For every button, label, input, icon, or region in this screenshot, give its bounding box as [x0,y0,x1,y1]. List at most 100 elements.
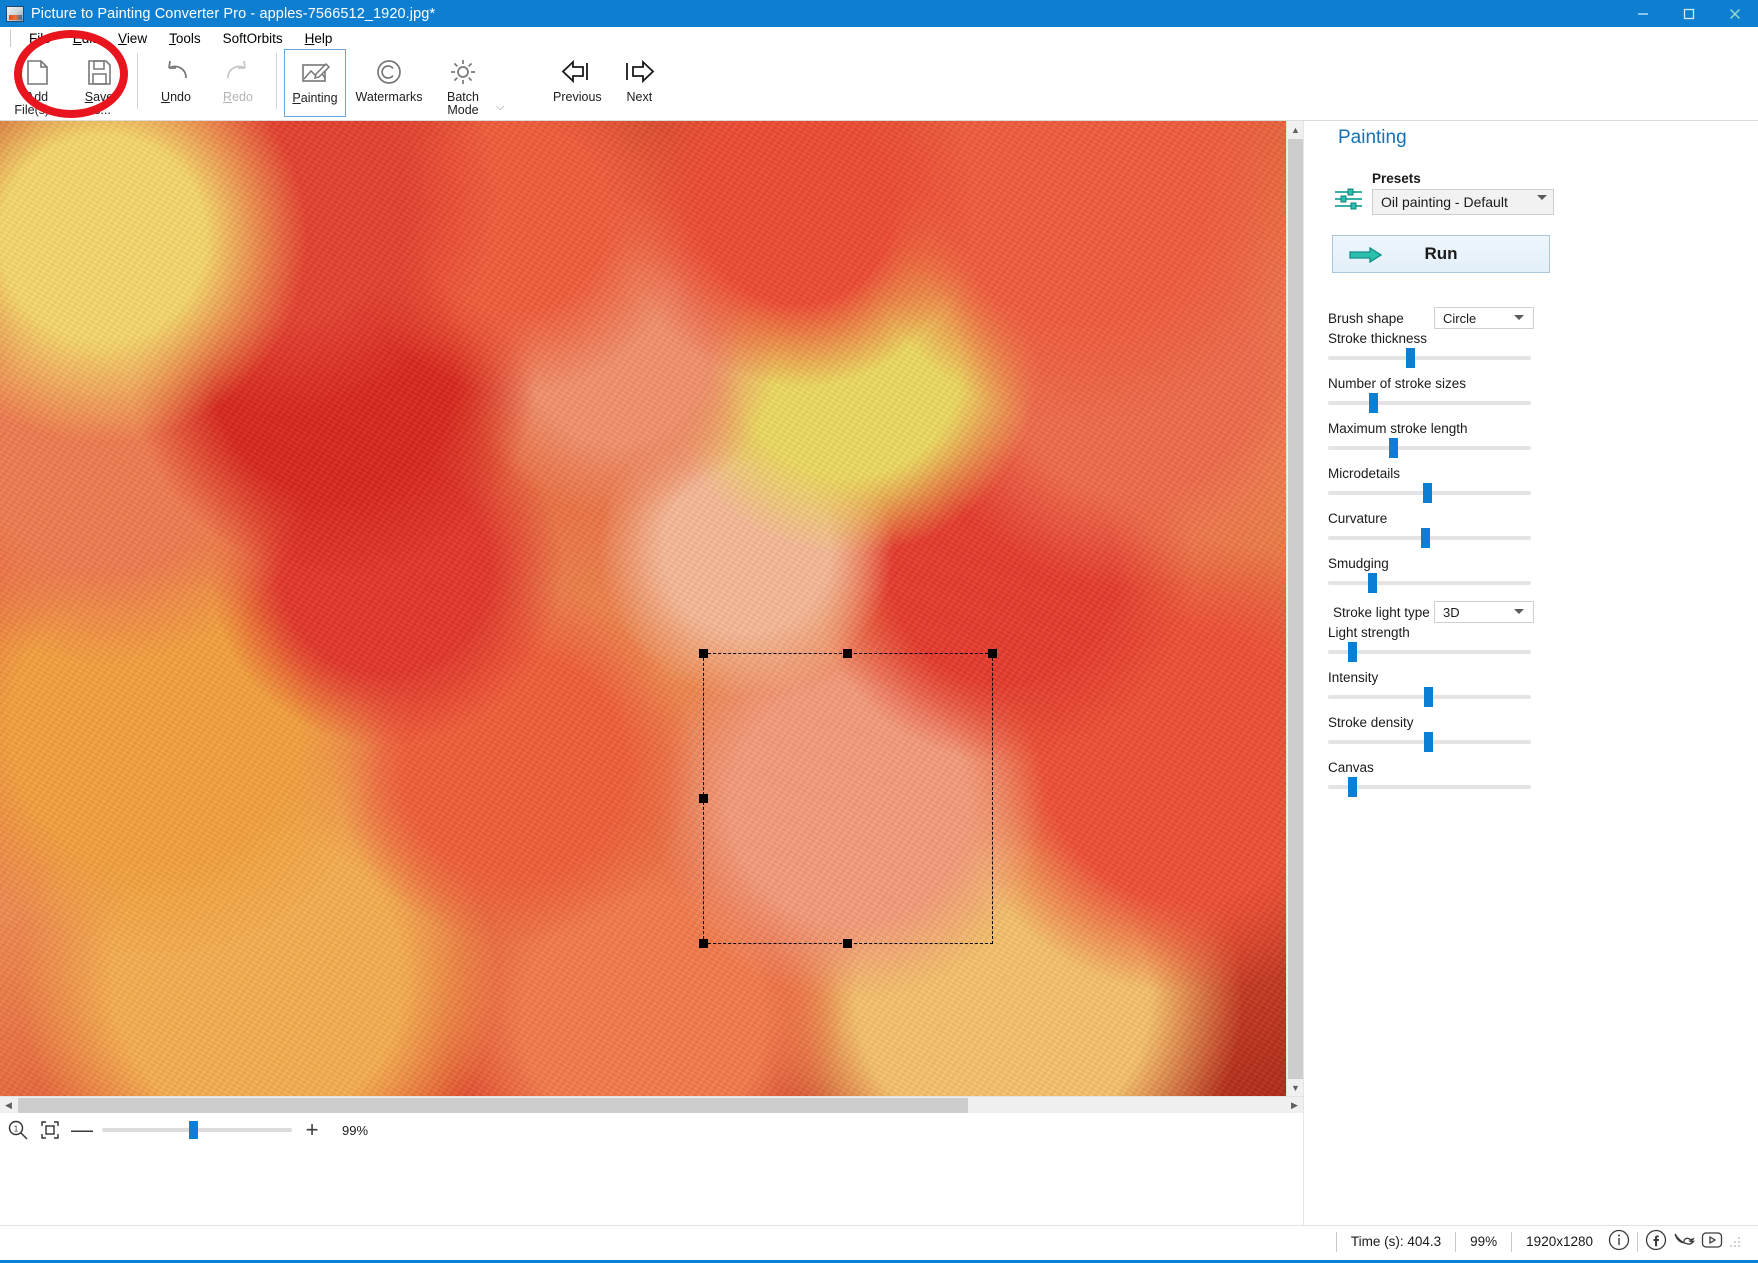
toolbar-button-add-files[interactable]: AddFile(s)... [6,49,68,117]
brush-shape-row: Brush shape Circle [1328,307,1534,329]
close-button[interactable] [1712,0,1758,27]
presets-label: Presets [1372,171,1554,186]
arrow-right-icon [621,53,657,91]
menu-item-tools[interactable]: Tools [158,29,212,48]
toolbar-button-save-as[interactable]: Saveas... [68,49,130,117]
stroke-light-type-select[interactable]: 3D [1434,601,1534,623]
slider-canvas[interactable] [1328,775,1531,797]
brush-shape-value: Circle [1443,311,1476,326]
scroll-down-icon[interactable]: ▼ [1287,1079,1304,1096]
image-canvas[interactable] [0,121,1300,1096]
toolbar-button-batch-mode[interactable]: BatchMode [432,49,494,117]
scroll-left-icon[interactable]: ◀ [0,1097,17,1114]
youtube-icon[interactable] [1700,1228,1724,1255]
canvas-horizontal-scrollbar[interactable]: ◀ ▶ [0,1096,1303,1113]
run-button[interactable]: Run [1332,235,1550,273]
menu-item-help[interactable]: Help [294,29,344,48]
magnifier-icon[interactable]: 1 [6,1118,30,1142]
maximize-button[interactable] [1666,0,1712,27]
add-file-icon [21,53,53,91]
stroke-light-type-row: Stroke light type 3D [1328,601,1534,623]
slider-smudging[interactable] [1328,571,1531,593]
slider-thumb[interactable] [1348,642,1357,662]
zoom-out-button[interactable]: — [70,1120,94,1140]
toolbar-button-previous[interactable]: Previous [546,49,608,117]
slider-label-smudging: Smudging [1328,556,1534,571]
slider-thumb[interactable] [1348,777,1357,797]
toolbar-overflow-icon[interactable]: ⌵ [496,101,504,120]
toolbar-button-undo[interactable]: Undo [145,49,207,117]
slider-label-microdetails: Microdetails [1328,466,1534,481]
painting-controls: Brush shape Circle Stroke thickness Numb… [1328,307,1534,797]
window-title: Picture to Painting Converter Pro - appl… [31,6,435,22]
slider-stroke-density[interactable] [1328,730,1531,752]
toolbar-button-next[interactable]: Next [608,49,670,117]
menu-item-softorbits[interactable]: SoftOrbits [212,29,294,48]
slider-thumb[interactable] [1421,528,1430,548]
toolbar-label-painting: Painting [292,92,337,105]
slider-thumb[interactable] [1369,393,1378,413]
toolbar-label-previous: Previous [553,91,602,104]
minimize-button[interactable] [1620,0,1666,27]
slider-curvature[interactable] [1328,526,1531,548]
vertical-scroll-thumb[interactable] [1288,139,1303,1079]
selection-handle-top-left[interactable] [699,649,708,658]
info-icon[interactable] [1607,1228,1631,1255]
slider-label-stroke-density: Stroke density [1328,715,1534,730]
slider-light-strength[interactable] [1328,640,1531,662]
slider-maximum-stroke-length[interactable] [1328,436,1531,458]
selection-handle-top-middle[interactable] [843,649,852,658]
slider-stroke-thickness[interactable] [1328,346,1531,368]
zoom-in-button[interactable]: + [300,1120,324,1140]
selection-marquee[interactable] [703,653,993,944]
slider-microdetails[interactable] [1328,481,1531,503]
zoom-percent-label: 99% [342,1123,368,1138]
slider-thumb[interactable] [1368,573,1377,593]
zoom-toolbar: 1 — + 99% [0,1113,1303,1147]
resize-grip-icon[interactable] [1728,1235,1742,1249]
slider-label-light-strength: Light strength [1328,625,1534,640]
selection-handle-middle-left[interactable] [699,794,708,803]
presets-value: Oil painting - Default [1381,194,1508,210]
zoom-slider[interactable] [102,1128,292,1132]
selection-handle-top-right[interactable] [988,649,997,658]
toolbar-button-redo[interactable]: Redo [207,49,269,117]
slider-label-curvature: Curvature [1328,511,1534,526]
toolbar-button-watermarks[interactable]: Watermarks [346,49,432,117]
selection-handle-bottom-left[interactable] [699,939,708,948]
toolbar-label-redo: Redo [223,91,253,104]
fit-to-screen-icon[interactable] [38,1118,62,1142]
zoom-slider-thumb[interactable] [189,1121,198,1139]
undo-arrow-icon [160,53,192,91]
toolbar-label-batch-mode: BatchMode [447,91,479,117]
slider-thumb[interactable] [1423,483,1432,503]
twitter-icon[interactable] [1672,1228,1696,1255]
scroll-right-icon[interactable]: ▶ [1286,1097,1303,1114]
menu-item-file[interactable]: File [18,29,62,48]
menu-item-edit[interactable]: Edit [62,29,107,48]
scroll-up-icon[interactable]: ▲ [1287,121,1304,138]
brush-shape-select[interactable]: Circle [1434,307,1534,329]
selection-handle-bottom-middle[interactable] [843,939,852,948]
slider-thumb[interactable] [1389,438,1398,458]
horizontal-scroll-thumb[interactable] [18,1098,968,1113]
stroke-light-type-value: 3D [1443,605,1460,620]
menu-item-view[interactable]: View [107,29,158,48]
slider-thumb[interactable] [1406,348,1415,368]
slider-intensity[interactable] [1328,685,1531,707]
presets-select[interactable]: Oil painting - Default [1372,189,1554,215]
panel-title: Painting [1338,127,1740,149]
canvas-vertical-scrollbar[interactable]: ▲ ▼ [1286,121,1303,1096]
slider-label-intensity: Intensity [1328,670,1534,685]
toolbar-separator-2 [276,53,277,109]
toolbar-button-painting[interactable]: Painting [284,49,346,117]
application-window: Picture to Painting Converter Pro - appl… [0,0,1758,1263]
arrow-left-icon [559,53,595,91]
slider-number-of-stroke-sizes[interactable] [1328,391,1531,413]
app-icon [6,6,24,22]
redo-arrow-icon [222,53,254,91]
facebook-icon[interactable] [1644,1228,1668,1255]
slider-thumb[interactable] [1424,732,1433,752]
painting-preview-image [0,121,1286,1096]
slider-thumb[interactable] [1424,687,1433,707]
